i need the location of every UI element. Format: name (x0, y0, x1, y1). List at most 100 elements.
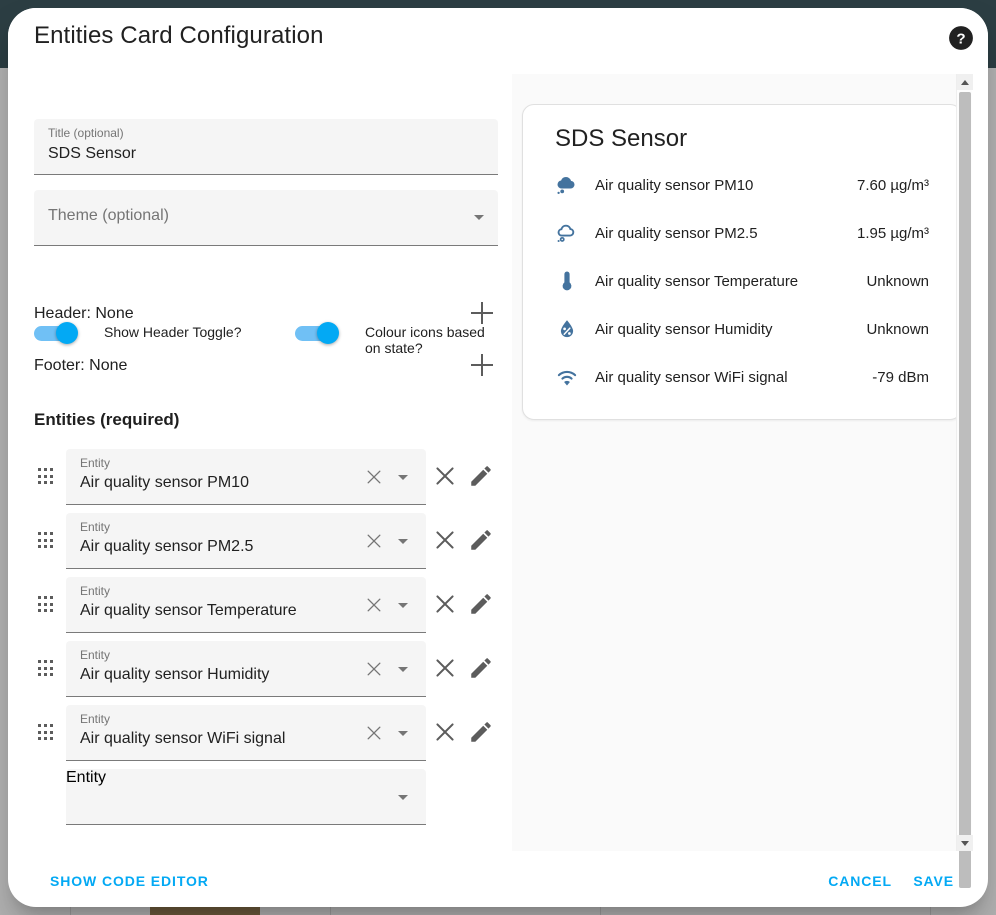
entity-input-label: Entity (80, 648, 111, 662)
remove-entity-icon[interactable] (432, 719, 458, 745)
show-code-editor-button[interactable]: SHOW CODE EDITOR (42, 865, 217, 897)
cloud-pm10-icon (555, 173, 579, 197)
entity-input[interactable]: Entity Air quality sensor Humidity (66, 641, 426, 697)
help-circle-icon[interactable]: ? (948, 25, 974, 51)
preview-entity-state: Unknown (866, 272, 929, 290)
entities-card-preview: SDS Sensor Air quality sensor PM10 7.60 µ… (522, 104, 962, 420)
clear-input-icon[interactable] (364, 467, 384, 487)
scroll-up-arrow-icon[interactable] (957, 74, 973, 90)
drag-handle-icon[interactable] (38, 468, 54, 486)
entity-row-empty: Entity (8, 769, 504, 833)
entity-input-value: Air quality sensor PM2.5 (80, 538, 254, 555)
svg-text:?: ? (956, 30, 965, 47)
preview-entity-name: Air quality sensor Humidity (595, 320, 773, 338)
entity-row: Entity Air quality sensor Temperature (8, 577, 504, 641)
clear-input-icon[interactable] (364, 659, 384, 679)
drag-handle-icon[interactable] (38, 596, 54, 614)
title-input-label: Title (optional) (48, 126, 124, 140)
title-input[interactable]: Title (optional) SDS Sensor (34, 119, 498, 175)
chevron-down-icon[interactable] (398, 539, 408, 544)
edit-entity-icon[interactable] (468, 527, 494, 553)
remove-entity-icon[interactable] (432, 655, 458, 681)
dialog-actions: SHOW CODE EDITOR CANCEL SAVE (8, 851, 972, 907)
plus-icon[interactable] (471, 300, 495, 326)
preview-entity-name: Air quality sensor WiFi signal (595, 368, 788, 386)
entity-input[interactable]: Entity Air quality sensor Temperature (66, 577, 426, 633)
preview-entity-name: Air quality sensor PM2.5 (595, 224, 758, 242)
entity-input-label: Entity (80, 584, 111, 598)
entity-input[interactable]: Entity Air quality sensor WiFi signal (66, 705, 426, 761)
chevron-down-icon[interactable] (398, 667, 408, 672)
edit-entity-icon[interactable] (468, 655, 494, 681)
page-title: Entities Card Configuration (34, 22, 324, 49)
wifi-icon (555, 365, 579, 389)
preview-entity-row[interactable]: Air quality sensor PM2.5 1.95 µg/m³ (539, 209, 945, 257)
plus-icon[interactable] (471, 352, 495, 378)
entity-row: Entity Air quality sensor Humidity (8, 641, 504, 705)
entity-input-label: Entity (80, 456, 111, 470)
drag-handle-icon[interactable] (38, 660, 54, 678)
entity-input-label: Entity (80, 520, 111, 534)
preview-entity-name: Air quality sensor Temperature (595, 272, 799, 290)
chevron-down-icon[interactable] (474, 215, 484, 220)
entities-card-configuration-dialog: Entities Card Configuration ? Title (opt… (8, 8, 988, 907)
drag-handle-icon[interactable] (38, 532, 54, 550)
edit-entity-icon[interactable] (468, 719, 494, 745)
preview-entity-state: Unknown (866, 320, 929, 338)
preview-entity-row[interactable]: Air quality sensor Temperature Unknown (539, 257, 945, 305)
chevron-down-icon[interactable] (398, 603, 408, 608)
header-section-label: Header: None (34, 305, 134, 322)
vertical-scrollbar[interactable] (956, 74, 973, 888)
entity-input-value: Air quality sensor Temperature (80, 602, 297, 619)
entities-section-heading: Entities (required) (34, 410, 180, 429)
preview-card-title: SDS Sensor (555, 125, 688, 152)
theme-select-placeholder: Theme (optional) (48, 207, 169, 224)
entity-row: Entity Air quality sensor PM10 (8, 449, 504, 513)
preview-entity-name: Air quality sensor PM10 (595, 176, 754, 194)
remove-entity-icon[interactable] (432, 527, 458, 553)
chevron-down-icon[interactable] (398, 475, 408, 480)
chevron-down-icon[interactable] (398, 731, 408, 736)
cancel-button[interactable]: CANCEL (820, 865, 900, 897)
drag-handle-icon[interactable] (38, 724, 54, 742)
water-percent-icon (555, 317, 579, 341)
preview-entity-rows: Air quality sensor PM10 7.60 µg/m³ Air qua… (539, 161, 945, 401)
theme-select[interactable]: Theme (optional) (34, 190, 498, 246)
remove-entity-icon[interactable] (432, 591, 458, 617)
entity-row: Entity Air quality sensor PM2.5 (8, 513, 504, 577)
scroll-down-arrow-icon[interactable] (957, 835, 973, 851)
header-section-row: Header: None (34, 300, 498, 328)
cloud-pm25-icon (555, 221, 579, 245)
title-input-value: SDS Sensor (48, 145, 137, 162)
preview-entity-row[interactable]: Air quality sensor WiFi signal -79 dBm (539, 353, 945, 401)
entity-input-empty[interactable]: Entity (66, 769, 426, 825)
scrollbar-thumb[interactable] (959, 92, 971, 888)
entity-input-value: Air quality sensor WiFi signal (80, 730, 286, 747)
preview-entity-state: 7.60 µg/m³ (856, 176, 929, 194)
remove-entity-icon[interactable] (432, 463, 458, 489)
dialog-header: Entities Card Configuration ? (8, 8, 988, 74)
footer-section-label: Footer: None (34, 357, 128, 374)
card-preview-panel: SDS Sensor Air quality sensor PM10 7.60 µ… (512, 74, 972, 851)
entity-input-value: Air quality sensor Humidity (80, 666, 270, 683)
chevron-down-icon[interactable] (398, 795, 408, 800)
preview-entity-row[interactable]: Air quality sensor Humidity Unknown (539, 305, 945, 353)
clear-input-icon[interactable] (364, 723, 384, 743)
entity-input-value: Air quality sensor PM10 (80, 474, 249, 491)
entity-row: Entity Air quality sensor WiFi signal (8, 705, 504, 769)
entity-input-placeholder: Entity (66, 769, 107, 786)
thermometer-icon (555, 269, 579, 293)
dialog-content: Title (optional) SDS Sensor Theme (optio… (8, 74, 973, 888)
preview-entity-row[interactable]: Air quality sensor PM10 7.60 µg/m³ (539, 161, 945, 209)
edit-entity-icon[interactable] (468, 463, 494, 489)
footer-section-row: Footer: None (34, 352, 498, 380)
edit-entity-icon[interactable] (468, 591, 494, 617)
clear-input-icon[interactable] (364, 595, 384, 615)
save-button[interactable]: SAVE (905, 865, 962, 897)
entity-input[interactable]: Entity Air quality sensor PM2.5 (66, 513, 426, 569)
entity-input-label: Entity (80, 712, 111, 726)
preview-entity-state: 1.95 µg/m³ (856, 224, 929, 242)
preview-entity-state: -79 dBm (872, 368, 929, 386)
entity-input[interactable]: Entity Air quality sensor PM10 (66, 449, 426, 505)
clear-input-icon[interactable] (364, 531, 384, 551)
